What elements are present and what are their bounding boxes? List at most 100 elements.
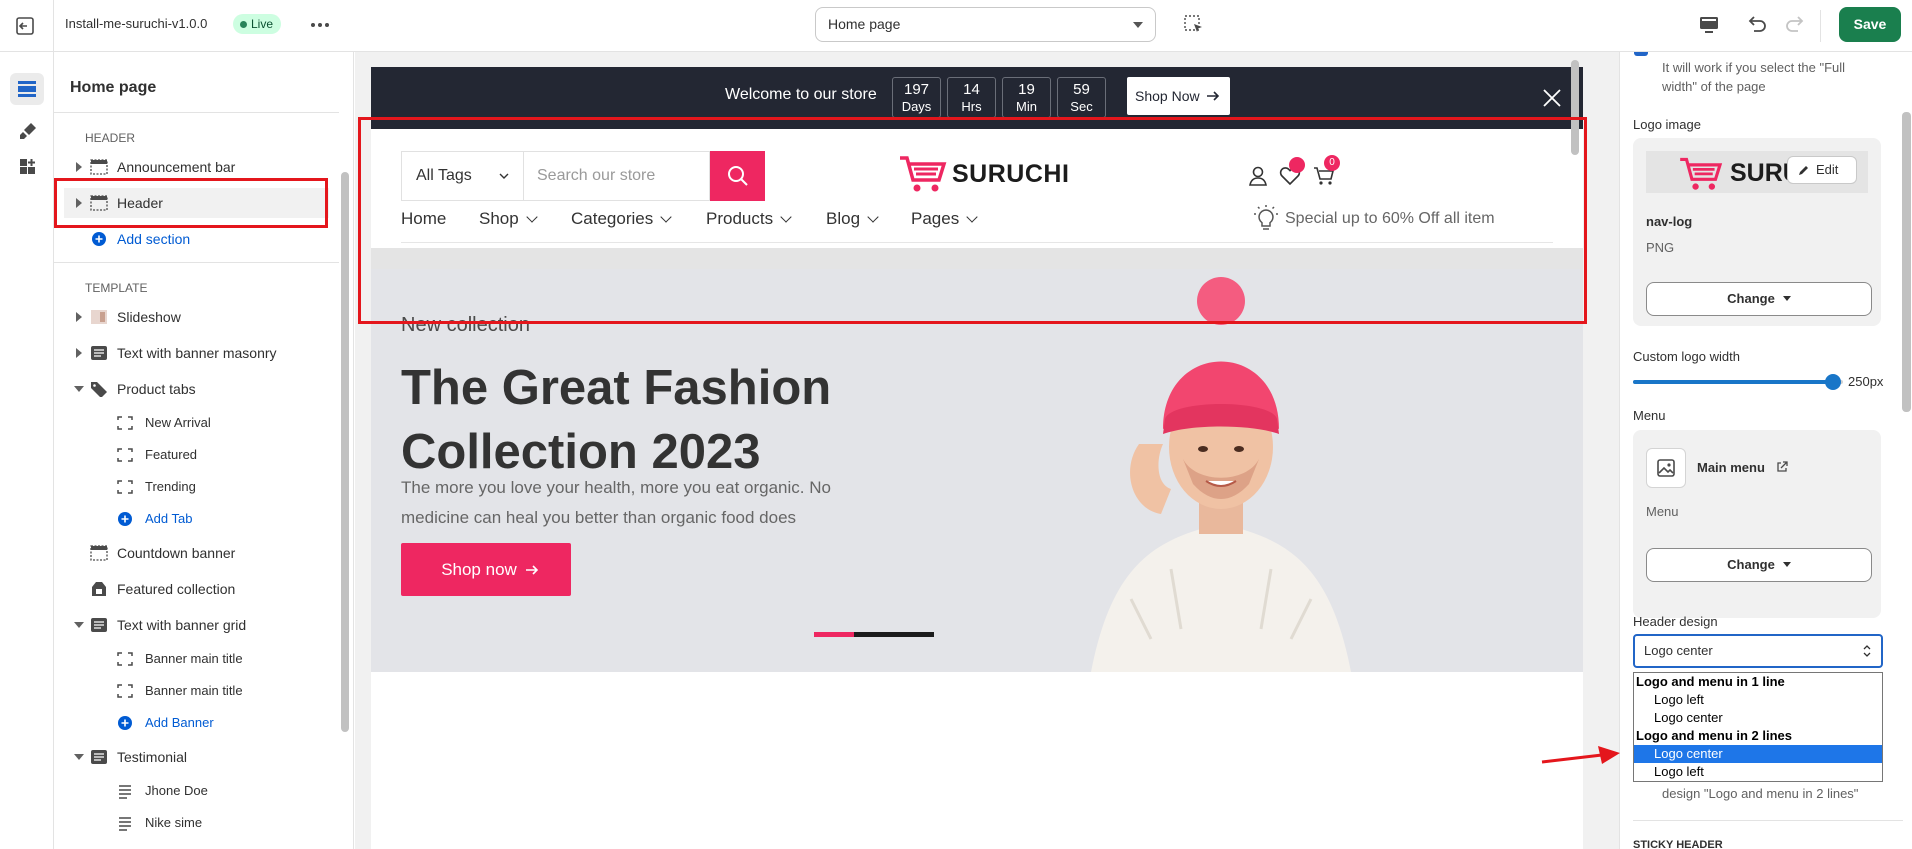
countdown-number: 59 <box>1073 81 1090 98</box>
block-testimonial-item[interactable]: Jhone Doe <box>64 776 329 806</box>
block-testimonial-item[interactable]: Nike sime <box>64 808 329 838</box>
menu-sub-label: Menu <box>1646 504 1679 519</box>
template-group-label: Template <box>85 281 148 295</box>
logo-width-slider-knob[interactable] <box>1825 374 1841 390</box>
section-featured-collection[interactable]: Featured collection <box>64 574 329 604</box>
add-tab-label: Add Tab <box>145 511 193 526</box>
image-thumbnail-icon <box>91 310 107 324</box>
arrow-right-icon <box>525 565 538 575</box>
text-block-icon <box>91 346 107 360</box>
plus-circle-icon <box>118 512 132 526</box>
live-badge-label: Live <box>251 17 274 31</box>
menu-change-button[interactable]: Change <box>1646 548 1872 582</box>
section-label: Testimonial <box>117 749 188 765</box>
block-featured[interactable]: Featured <box>64 440 329 470</box>
paint-brush-icon <box>20 123 36 139</box>
block-label: Trending <box>145 479 196 494</box>
sections-sidebar: Home page Header Announcement bar Header… <box>54 52 354 849</box>
countdown-unit: Min <box>1016 99 1037 114</box>
block-banner-main-title[interactable]: Banner main title <box>64 676 329 706</box>
header-design-select[interactable]: Logo center <box>1633 634 1883 668</box>
add-section-label: Add section <box>117 231 191 247</box>
live-badge: Live <box>233 14 282 34</box>
countdown-number: 19 <box>1018 81 1035 98</box>
section-testimonial[interactable]: Testimonial <box>64 742 329 772</box>
more-actions-icon[interactable] <box>308 14 332 36</box>
sections-icon <box>18 81 36 97</box>
announcement-text: Welcome to our store <box>725 86 877 103</box>
sections-tab[interactable] <box>10 73 44 105</box>
section-text-with-banner-masonry[interactable]: Text with banner masonry <box>64 338 329 368</box>
add-section-button[interactable]: Add section <box>64 224 329 254</box>
section-countdown-banner[interactable]: Countdown banner <box>64 538 329 568</box>
external-link-icon[interactable] <box>1776 461 1788 473</box>
close-icon[interactable] <box>1541 87 1563 109</box>
collapse-arrow-icon[interactable] <box>74 754 84 760</box>
apps-tab[interactable] <box>10 151 44 183</box>
collapse-arrow-icon[interactable] <box>74 622 84 628</box>
section-product-tabs[interactable]: Product tabs <box>64 374 329 404</box>
menu-name[interactable]: Main menu <box>1697 460 1765 475</box>
select-updown-icon <box>1863 645 1871 657</box>
arrow-right-icon <box>1207 91 1220 101</box>
logo-edit-button[interactable]: Edit <box>1787 156 1857 184</box>
slide-dot[interactable] <box>854 632 894 637</box>
logo-change-button[interactable]: Change <box>1646 282 1872 316</box>
panel-scrollbar-thumb[interactable] <box>1902 112 1911 412</box>
text-lines-icon <box>119 817 131 831</box>
shop-now-label: Shop Now <box>1135 88 1200 104</box>
collapse-arrow-icon[interactable] <box>74 386 84 392</box>
announcement-shop-now-button[interactable]: Shop Now <box>1127 77 1230 115</box>
logo-image-label: Logo image <box>1633 117 1701 132</box>
block-frame-icon <box>117 684 133 698</box>
dropdown-group-label: Logo and menu in 2 lines <box>1636 728 1793 743</box>
countdown-unit: Days <box>901 99 932 114</box>
redo-icon[interactable] <box>1782 12 1808 38</box>
dropdown-option[interactable]: Logo center <box>1634 709 1882 727</box>
topbar-divider <box>53 0 54 52</box>
section-text-with-banner-grid[interactable]: Text with banner grid <box>64 610 329 640</box>
block-new-arrival[interactable]: New Arrival <box>64 408 329 438</box>
custom-logo-width-label: Custom logo width <box>1633 349 1740 364</box>
dropdown-option[interactable]: Logo left <box>1634 691 1882 709</box>
scrollbar-thumb[interactable] <box>341 172 349 732</box>
dropdown-option[interactable]: Logo left <box>1634 763 1882 781</box>
add-tab-button[interactable]: Add Tab <box>64 504 329 534</box>
pencil-icon <box>1799 166 1808 175</box>
hero-model-image <box>1091 277 1351 672</box>
page-selector[interactable]: Home page <box>815 7 1156 42</box>
add-banner-button[interactable]: Add Banner <box>64 708 329 738</box>
block-trending[interactable]: Trending <box>64 472 329 502</box>
section-slideshow[interactable]: Slideshow <box>64 302 329 332</box>
hero-shop-now-button[interactable]: Shop now <box>401 543 571 596</box>
block-frame-icon <box>117 448 133 462</box>
expand-arrow-icon[interactable] <box>76 312 82 322</box>
design-note: design "Logo and menu in 2 lines" <box>1662 786 1859 801</box>
theme-settings-tab[interactable] <box>10 115 44 147</box>
full-width-note: It will work if you select the "Full wid… <box>1662 60 1846 94</box>
logo-file-name: nav-log <box>1646 214 1693 229</box>
exit-icon[interactable] <box>14 15 36 37</box>
page-selector-value: Home page <box>828 16 901 32</box>
expand-arrow-icon[interactable] <box>76 162 82 172</box>
block-banner-main-title[interactable]: Banner main title <box>64 644 329 674</box>
save-button[interactable]: Save <box>1839 7 1901 42</box>
expand-arrow-icon[interactable] <box>76 348 82 358</box>
inspector-icon[interactable] <box>1181 12 1207 38</box>
section-label: Countdown banner <box>117 545 236 561</box>
slide-dot-active[interactable] <box>814 632 854 637</box>
text-block-icon <box>91 618 107 632</box>
apps-icon <box>20 159 35 174</box>
desktop-preview-icon[interactable] <box>1696 12 1722 38</box>
checkbox-icon[interactable] <box>1633 52 1649 58</box>
countdown-number: 197 <box>903 81 930 98</box>
block-label: New Arrival <box>145 415 211 430</box>
hero-title: The Great Fashion Collection 2023 <box>401 361 832 479</box>
slide-dot[interactable] <box>894 632 934 637</box>
settings-panel: It will work if you select the "Full wid… <box>1619 52 1912 849</box>
undo-icon[interactable] <box>1744 12 1770 38</box>
countdown-seconds: 59 Sec <box>1057 77 1106 118</box>
sidebar-scrollbar[interactable] <box>340 102 350 842</box>
dropdown-group-label: Logo and menu in 1 line <box>1636 674 1785 689</box>
dropdown-option-selected[interactable]: Logo center <box>1634 745 1882 763</box>
